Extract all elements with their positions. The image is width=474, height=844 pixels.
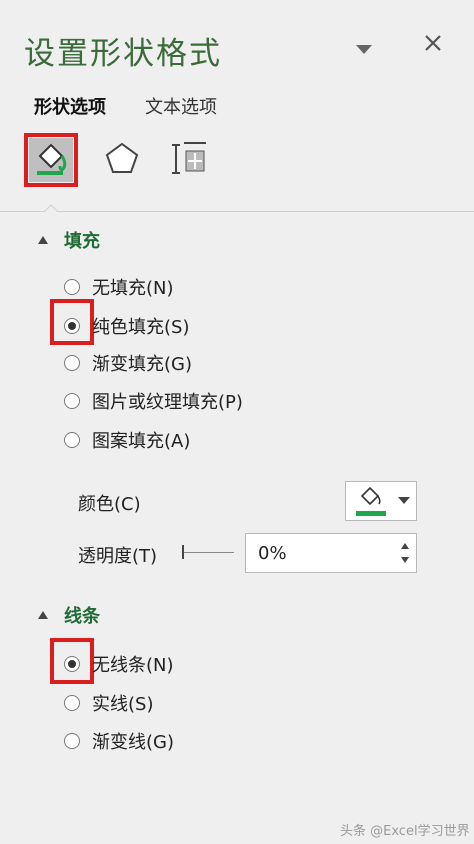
transparency-spinner[interactable]: 0% [245, 533, 417, 573]
effects-pentagon-icon [105, 142, 139, 173]
close-button[interactable] [424, 34, 442, 55]
radio-solid-fill[interactable]: 纯色填充(S) [64, 313, 189, 339]
effects-category-button[interactable] [96, 133, 148, 185]
panel-title: 设置形状格式 [24, 36, 222, 72]
radio-solid-line[interactable]: 实线(S) [64, 690, 153, 716]
slider-track [184, 552, 234, 553]
collapse-triangle-icon [38, 611, 48, 619]
radio-label: 纯色填充(S) [92, 317, 190, 338]
panel-options-button[interactable] [356, 38, 372, 58]
spin-down-icon[interactable] [400, 556, 410, 564]
tab-shape-options[interactable]: 形状选项 [34, 93, 106, 119]
radio-no-fill[interactable]: 无填充(N) [64, 274, 174, 300]
radio-label: 无填充(N) [92, 278, 174, 299]
radio-picture-texture-fill[interactable]: 图片或纹理填充(P) [64, 388, 243, 414]
radio-no-line[interactable]: 无线条(N) [64, 651, 174, 677]
transparency-slider[interactable] [180, 543, 236, 561]
chevron-down-icon [398, 497, 410, 504]
radio-button[interactable] [64, 432, 80, 448]
size-properties-category-button[interactable] [164, 133, 216, 185]
transparency-value[interactable]: 0% [258, 543, 400, 564]
close-icon [425, 35, 441, 51]
radio-pattern-fill[interactable]: 图案填充(A) [64, 427, 190, 453]
radio-label: 渐变填充(G) [92, 354, 192, 375]
fill-line-category-button[interactable] [24, 133, 78, 187]
radio-button-checked[interactable] [64, 318, 80, 334]
radio-label: 图片或纹理填充(P) [92, 392, 243, 413]
radio-label: 实线(S) [92, 694, 154, 715]
collapse-triangle-icon [38, 236, 48, 244]
fill-section-header[interactable]: 填充 [38, 227, 100, 253]
radio-button[interactable] [64, 355, 80, 371]
radio-gradient-line[interactable]: 渐变线(G) [64, 728, 174, 754]
size-properties-icon [172, 142, 206, 174]
radio-button[interactable] [64, 695, 80, 711]
tab-divider [0, 211, 474, 212]
radio-button[interactable] [64, 393, 80, 409]
radio-label: 渐变线(G) [92, 732, 174, 753]
fill-color-picker[interactable] [345, 481, 417, 521]
fill-section-title: 填充 [64, 231, 100, 252]
fill-line-icon [37, 143, 67, 175]
paint-bucket-icon [356, 486, 386, 516]
radio-button[interactable] [64, 279, 80, 295]
radio-label: 无线条(N) [92, 655, 174, 676]
radio-button-checked[interactable] [64, 656, 80, 672]
watermark: 头条 @Excel学习世界 [340, 824, 470, 839]
line-section-header[interactable]: 线条 [38, 602, 100, 628]
radio-gradient-fill[interactable]: 渐变填充(G) [64, 350, 192, 376]
line-section-title: 线条 [64, 606, 100, 627]
tab-text-options[interactable]: 文本选项 [145, 93, 217, 119]
radio-label: 图案填充(A) [92, 431, 191, 452]
transparency-label: 透明度(T) [78, 546, 158, 567]
color-label: 颜色(C) [78, 494, 141, 515]
spin-up-icon[interactable] [400, 542, 410, 550]
radio-button[interactable] [64, 733, 80, 749]
chevron-down-icon [356, 45, 372, 54]
selected-category-caret [44, 204, 58, 212]
